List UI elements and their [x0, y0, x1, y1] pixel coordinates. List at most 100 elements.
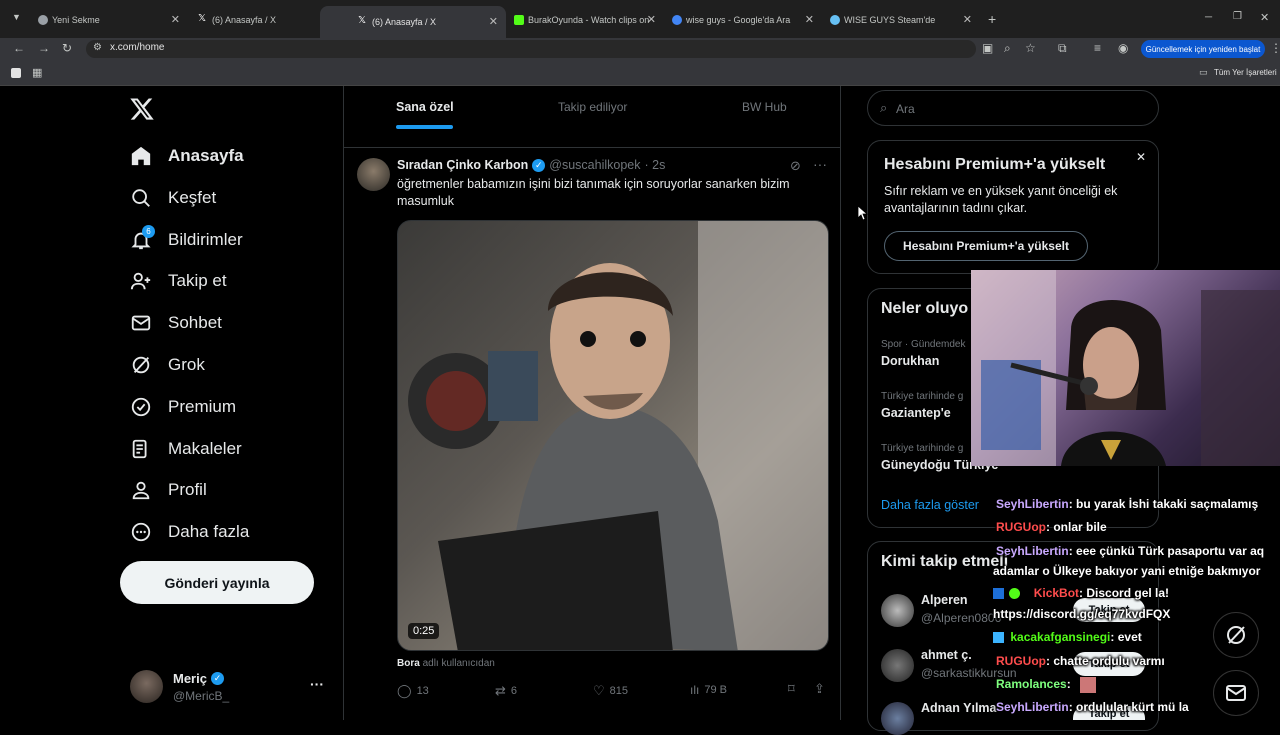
verified-badge-icon: ✓	[210, 672, 224, 685]
cast-icon[interactable]: ▣	[982, 41, 993, 55]
premium-body: Sıfır reklam ve en yüksek yanıt önceliği…	[884, 184, 1118, 215]
chat-text: : eee çünkü Türk pasaportu var aq	[1068, 544, 1265, 558]
nav-follow[interactable]: Takip et	[130, 268, 227, 294]
like-button[interactable]: ♡ 815	[593, 683, 628, 699]
media-icon[interactable]: ≡	[1094, 41, 1101, 55]
reload-icon[interactable]: ↻	[62, 41, 72, 55]
site-info-icon[interactable]: ⚙	[93, 42, 102, 53]
bookmark-icon[interactable]: ⌑	[788, 681, 795, 697]
new-tab-button[interactable]: +	[988, 11, 996, 27]
nav-grok[interactable]: Grok	[130, 352, 205, 378]
chat-link[interactable]: https://discord.gg/eq77kvdFQX	[993, 607, 1170, 621]
chat-message: RUGUop: chatte ordulu varmı	[996, 654, 1165, 668]
follow-icon	[130, 270, 152, 292]
bookmark-star-icon[interactable]: ☆	[1025, 41, 1036, 55]
chat-text: : evet	[1110, 630, 1142, 644]
back-icon[interactable]: ←	[13, 41, 25, 55]
account-switcher[interactable]: Meriç ✓ @MericB_ ···	[128, 668, 328, 706]
home-icon	[130, 145, 152, 167]
nav-label: Sohbet	[168, 313, 222, 332]
search-placeholder: Ara	[896, 102, 915, 116]
chat-message: SeyhLibertin: bu yarak İshi takaki saçma…	[996, 497, 1258, 511]
tweet-handle[interactable]: @suscahilkopek	[549, 158, 640, 172]
nav-profile[interactable]: Profil	[130, 477, 207, 503]
account-more-icon[interactable]: ···	[310, 676, 324, 692]
nav-explore[interactable]: Keşfet	[130, 185, 216, 211]
chat-text: : ordulular kürt mü la	[1068, 700, 1189, 714]
chat-user: SeyhLibertin	[996, 497, 1069, 511]
chrome-favicon-icon	[38, 15, 48, 25]
close-window-icon[interactable]: ✕	[1260, 11, 1269, 24]
nav-notifications[interactable]: 6 Bildirimler	[130, 225, 243, 253]
tab-following[interactable]: Takip ediliyor	[558, 100, 627, 114]
retweet-button[interactable]: ⇄ 6	[495, 683, 517, 699]
tweet-author[interactable]: Sıradan Çinko Karbon	[397, 158, 528, 172]
grok-analyze-icon[interactable]: ⊘	[790, 158, 801, 174]
nav-label: Bildirimler	[168, 230, 243, 249]
zoom-icon[interactable]: ⌕	[1004, 41, 1011, 56]
tab-thumb-icon[interactable]	[11, 68, 21, 78]
premium-close-icon[interactable]: ✕	[1136, 150, 1146, 164]
extensions-icon[interactable]: ⧉	[1058, 41, 1067, 56]
trend-name: Gaziantep'e	[881, 406, 951, 420]
views-button[interactable]: ılı 79 B	[690, 683, 727, 697]
nav-label: Daha fazla	[168, 522, 250, 541]
messages-fab-button[interactable]	[1213, 670, 1259, 716]
video-thumbnail-icon	[408, 221, 828, 650]
nav-articles[interactable]: Makaleler	[130, 436, 242, 462]
tab-close-icon[interactable]: ✕	[963, 13, 972, 26]
view-count: 79 B	[704, 684, 727, 696]
tweet-more-icon[interactable]: ···	[813, 156, 827, 172]
grok-fab-button[interactable]	[1213, 612, 1259, 658]
nav-label: Grok	[168, 355, 205, 374]
tweet-video[interactable]: 0:25	[397, 220, 829, 651]
moderator-badge-icon	[993, 588, 1004, 600]
browser-tab[interactable]: WISE GUYS Steam'de ✕	[792, 6, 980, 34]
show-more-link[interactable]: Daha fazla göster	[881, 498, 979, 512]
divider	[344, 147, 840, 148]
mail-icon	[130, 312, 152, 334]
steam-favicon-icon	[830, 15, 840, 25]
apps-grid-icon[interactable]: ▦	[32, 66, 42, 79]
account-name: Meriç ✓	[173, 671, 224, 686]
trend-item[interactable]: Türkiye tarihinde g Gaziantep'e	[881, 391, 963, 420]
chrome-menu-icon[interactable]: ⋮	[1270, 41, 1280, 55]
tab-bw-hub[interactable]: BW Hub	[742, 100, 787, 114]
nav-premium[interactable]: Premium	[130, 394, 236, 420]
forward-icon[interactable]: →	[38, 41, 50, 55]
reply-button[interactable]: ◯ 13	[397, 683, 429, 699]
nav-chat[interactable]: Sohbet	[130, 310, 222, 336]
trend-context: Türkiye tarihinde g	[881, 391, 964, 402]
chat-text: : Discord gel la!	[1079, 586, 1170, 600]
search-input[interactable]: ⌕ Ara	[867, 90, 1159, 126]
tab-title: WISE GUYS Steam'de	[844, 15, 936, 25]
notification-badge: 6	[142, 225, 155, 238]
url-text[interactable]: x.com/home	[110, 42, 164, 53]
premium-title: Hesabını Premium+'a yükselt	[884, 156, 1106, 173]
like-count: 815	[609, 685, 629, 697]
tweet-time[interactable]: · 2s	[645, 158, 666, 172]
nav-home[interactable]: Anasayfa	[130, 143, 244, 169]
all-bookmarks-link[interactable]: Tüm Yer İşaretleri	[1214, 68, 1277, 77]
restore-icon[interactable]: ❐	[1233, 11, 1242, 22]
bookmarks-bar: ▦ ▭ Tüm Yer İşaretleri	[0, 62, 1280, 86]
trend-item[interactable]: Spor · Gündemdek Dorukhan	[881, 339, 966, 368]
chat-user: Ramolances	[996, 677, 1067, 692]
verified-badge-icon	[1009, 588, 1021, 600]
premium-upgrade-button[interactable]: Hesabını Premium+'a yükselt	[884, 231, 1088, 261]
tweet-avatar[interactable]	[357, 158, 390, 191]
trends-title: Neler oluyo	[881, 300, 969, 317]
webcam-overlay	[971, 270, 1280, 466]
grok-icon	[1227, 626, 1245, 644]
source-user[interactable]: Bora	[397, 658, 420, 669]
nav-more[interactable]: Daha fazla	[130, 519, 249, 545]
x-logo-icon[interactable]	[129, 96, 155, 122]
share-icon[interactable]: ⇪	[814, 681, 825, 697]
post-button[interactable]: Gönderi yayınla	[120, 561, 314, 604]
update-restart-button[interactable]: Güncellemek için yeniden başlat	[1141, 40, 1265, 58]
profile-icon[interactable]: ◉	[1118, 41, 1128, 55]
address-bar[interactable]	[86, 40, 976, 58]
search-icon	[130, 187, 152, 209]
minimize-icon[interactable]: ─	[1205, 12, 1212, 23]
tab-for-you[interactable]: Sana özel	[396, 100, 454, 114]
